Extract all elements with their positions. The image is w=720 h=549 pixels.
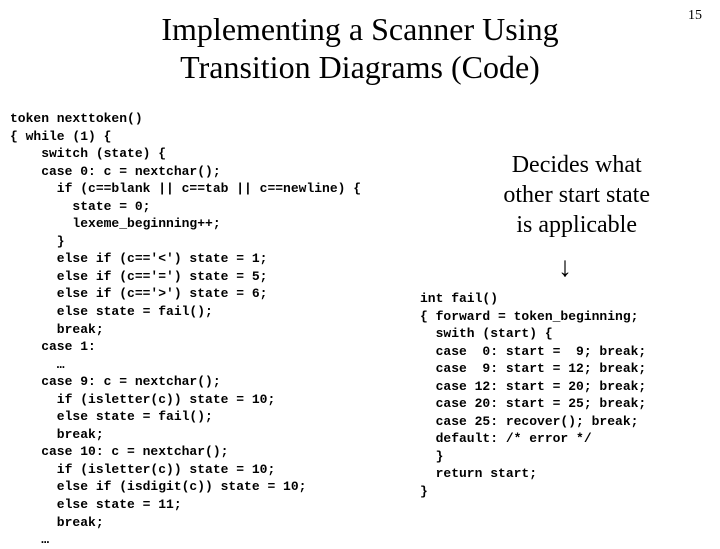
down-arrow-icon: ↓ (558, 254, 572, 282)
annotation-line-1: Decides what (512, 152, 642, 178)
annotation-line-2: other start state (503, 182, 650, 208)
page-number: 15 (688, 8, 702, 24)
annotation-line-3: is applicable (516, 212, 637, 238)
code-block-nexttoken: token nexttoken() { while (1) { switch (… (10, 110, 361, 549)
code-block-fail: int fail() { forward = token_beginning; … (420, 290, 646, 501)
slide-title: Implementing a Scanner Using Transition … (0, 0, 720, 87)
annotation-text: Decides what other start state is applic… (503, 150, 650, 240)
title-line-1: Implementing a Scanner Using (161, 11, 558, 47)
title-line-2: Transition Diagrams (Code) (180, 49, 540, 85)
